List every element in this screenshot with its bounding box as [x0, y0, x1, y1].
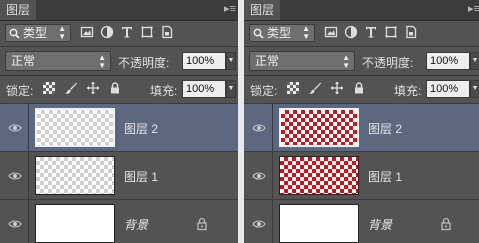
layer-name[interactable]: 图层 2 [368, 120, 402, 137]
divider [272, 104, 273, 151]
blend-mode-value: 正常 [11, 54, 36, 68]
select-arrows-icon: ▲ ▼ [342, 53, 350, 70]
divider [272, 200, 273, 243]
layer-thumbnail[interactable] [279, 204, 359, 243]
select-arrows-icon: ▲ ▼ [302, 24, 310, 41]
eye-icon[interactable] [8, 121, 22, 135]
kind-filter-select[interactable]: 类型 ▲ ▼ [249, 24, 315, 42]
blend-mode-select[interactable]: 正常 ▲ ▼ [5, 51, 111, 71]
eye-icon[interactable] [252, 217, 266, 231]
layer-row-background[interactable]: 背景 [0, 199, 238, 243]
image-filter-icon[interactable] [324, 25, 338, 39]
select-arrows-icon: ▲ ▼ [98, 53, 106, 70]
type-filter-icon[interactable] [120, 25, 134, 39]
adjustment-filter-icon[interactable] [344, 25, 358, 39]
fill-dropdown-icon[interactable]: ▼ [470, 80, 479, 98]
blend-mode-value: 正常 [255, 54, 280, 68]
search-icon [9, 28, 20, 39]
lock-icon [197, 217, 207, 231]
layer-row-layer1[interactable]: 图层 1 [0, 151, 238, 199]
layer-name[interactable]: 背景 [368, 216, 392, 233]
eye-icon[interactable] [252, 121, 266, 135]
opacity-label: 不透明度: [118, 56, 170, 70]
lock-paint-icon[interactable] [308, 81, 322, 95]
lock-all-icon[interactable] [352, 81, 366, 95]
divider [0, 46, 238, 47]
layer-name[interactable]: 图层 2 [124, 120, 158, 137]
eye-icon[interactable] [252, 169, 266, 183]
image-filter-icon[interactable] [80, 25, 94, 39]
opacity-label: 不透明度: [362, 56, 414, 70]
opacity-input[interactable]: 100% [426, 52, 470, 70]
layer-thumbnail[interactable] [35, 204, 115, 243]
divider [28, 152, 29, 199]
blend-mode-select[interactable]: 正常 ▲ ▼ [249, 51, 355, 71]
divider [244, 46, 479, 47]
layer-name[interactable]: 图层 1 [124, 168, 158, 185]
lock-position-icon[interactable] [330, 81, 344, 95]
divider [28, 104, 29, 151]
eye-icon[interactable] [8, 169, 22, 183]
adjustment-filter-icon[interactable] [100, 25, 114, 39]
divider [244, 75, 479, 76]
fill-label: 填充: [150, 84, 178, 98]
lock-transparent-icon[interactable] [42, 81, 56, 95]
kind-filter-label: 类型 [267, 26, 292, 40]
layer-name[interactable]: 背景 [124, 216, 148, 233]
lock-icon [441, 217, 451, 231]
fill-input[interactable]: 100% [426, 80, 470, 98]
layer-name[interactable]: 图层 1 [368, 168, 402, 185]
panel-tab-bar: 图层 ▸≡ [244, 0, 479, 21]
filter-row: 类型 ▲ ▼ [0, 22, 238, 44]
select-arrows-icon: ▲ ▼ [58, 24, 66, 41]
lock-transparent-icon[interactable] [286, 81, 300, 95]
kind-filter-select[interactable]: 类型 ▲ ▼ [5, 24, 71, 42]
layer-row-layer2[interactable]: 图层 2 [244, 103, 479, 151]
eye-icon[interactable] [8, 217, 22, 231]
fill-dropdown-icon[interactable]: ▼ [226, 80, 236, 98]
panel-menu-icon[interactable]: ▸≡ [224, 2, 236, 15]
layer-thumbnail[interactable] [279, 156, 359, 195]
smartobject-filter-icon[interactable] [160, 25, 174, 39]
smartobject-filter-icon[interactable] [404, 25, 418, 39]
lock-all-icon[interactable] [108, 81, 122, 95]
divider [272, 152, 273, 199]
lock-row: 锁定: 填充: 100% ▼ [244, 77, 479, 101]
tab-layers[interactable]: 图层 [244, 0, 281, 20]
lock-label: 锁定: [6, 84, 34, 98]
search-icon [253, 28, 264, 39]
panel-tab-bar: 图层 ▸≡ [0, 0, 238, 21]
divider [0, 75, 238, 76]
layer-row-layer1[interactable]: 图层 1 [244, 151, 479, 199]
lock-position-icon[interactable] [86, 81, 100, 95]
layers-panel-left: 图层 ▸≡ 类型 ▲ ▼ 正常 ▲ ▼ 不透明度: 100% ▼ 锁定: 填充: 1… [0, 0, 238, 243]
lock-paint-icon[interactable] [64, 81, 78, 95]
layer-row-layer2[interactable]: 图层 2 [0, 103, 238, 151]
blend-row: 正常 ▲ ▼ 不透明度: 100% ▼ [244, 49, 479, 73]
layer-thumbnail[interactable] [35, 156, 115, 195]
blend-row: 正常 ▲ ▼ 不透明度: 100% ▼ [0, 49, 238, 73]
shape-filter-icon[interactable] [140, 25, 154, 39]
opacity-input[interactable]: 100% [182, 52, 226, 70]
shape-filter-icon[interactable] [384, 25, 398, 39]
layer-thumbnail[interactable] [35, 108, 115, 147]
filter-row: 类型 ▲ ▼ [244, 22, 479, 44]
divider [28, 200, 29, 243]
kind-filter-label: 类型 [23, 26, 48, 40]
fill-label: 填充: [394, 84, 422, 98]
lock-row: 锁定: 填充: 100% ▼ [0, 77, 238, 101]
fill-input[interactable]: 100% [182, 80, 226, 98]
layer-row-background[interactable]: 背景 [244, 199, 479, 243]
panel-menu-icon[interactable]: ▸≡ [468, 2, 479, 15]
layer-thumbnail[interactable] [279, 108, 359, 147]
opacity-dropdown-icon[interactable]: ▼ [470, 52, 479, 70]
opacity-dropdown-icon[interactable]: ▼ [226, 52, 236, 70]
layers-panel-right: 图层 ▸≡ 类型 ▲ ▼ 正常 ▲ ▼ 不透明度: 100% ▼ 锁定: 填充: 1… [244, 0, 479, 243]
type-filter-icon[interactable] [364, 25, 378, 39]
lock-label: 锁定: [250, 84, 278, 98]
tab-layers[interactable]: 图层 [0, 0, 37, 20]
